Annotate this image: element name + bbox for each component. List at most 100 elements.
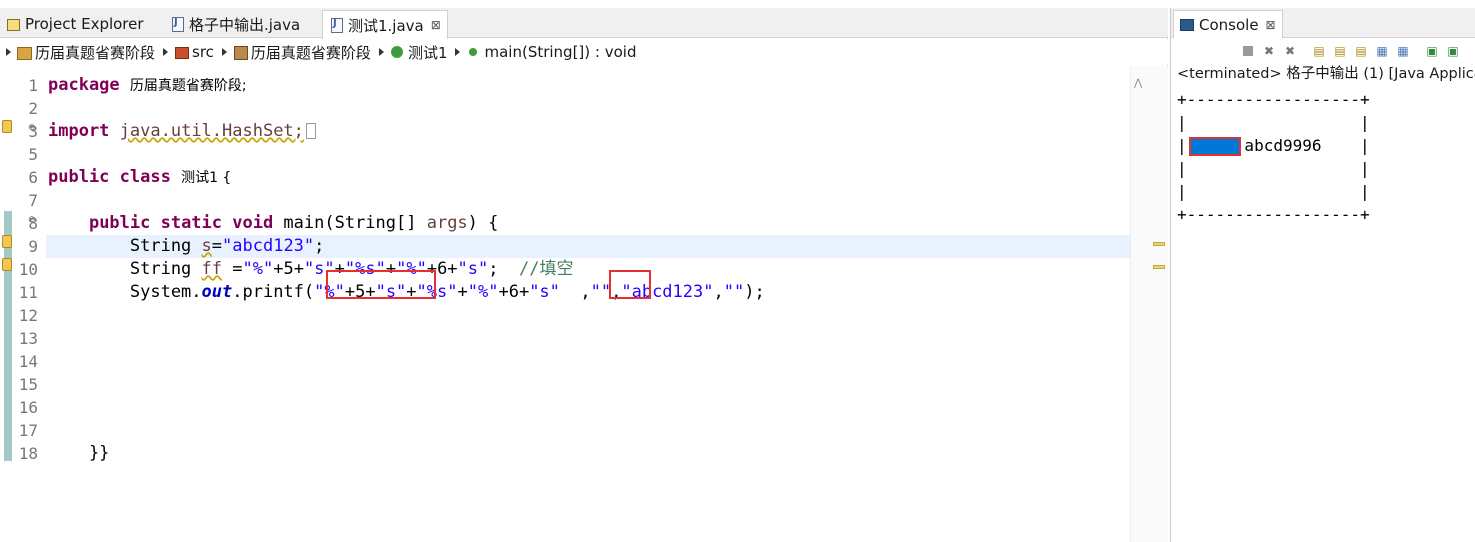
breadcrumb-label: 历届真题省赛阶段	[35, 43, 156, 62]
left-ruler	[0, 66, 14, 542]
line-number: 16	[18, 398, 38, 417]
parameter: args	[426, 213, 468, 233]
class-icon	[390, 45, 404, 59]
keyword: import	[48, 121, 110, 141]
code-line-11: System.out.printf("%"+5+"s"+"%s"+"%"+6+"…	[48, 281, 1130, 304]
string-literal: "s"	[529, 282, 560, 302]
console-line: +------------------+	[1177, 90, 1370, 109]
line-number: 9	[28, 237, 38, 256]
chevron-right-icon	[455, 48, 461, 56]
code-text: +	[457, 282, 468, 302]
code-line-18: }}	[48, 443, 110, 463]
chevron-right-icon	[163, 48, 169, 56]
line-number: 14	[18, 352, 38, 371]
code-text: String	[48, 259, 202, 279]
chevron-right-icon	[221, 48, 227, 56]
code-text: .printf(	[232, 282, 315, 302]
console-toolbar: ✖ ✖ ▤ ▤ ▤ ▦ ▦ ▣ ▣	[1171, 39, 1475, 63]
chevron-right-icon	[378, 48, 384, 56]
string-literal: "%"	[467, 282, 499, 302]
breadcrumb-src[interactable]: src	[163, 43, 214, 61]
package-name: 历届真题省赛阶段;	[129, 78, 247, 94]
chevron-right-icon	[6, 48, 11, 56]
console-icon	[1180, 18, 1194, 31]
warning-marker-icon[interactable]	[2, 120, 12, 133]
code-text: +6+	[498, 282, 530, 302]
code-line-10: String ff ="%"+5+"s"+"%s"+"%"+6+"s"; //填…	[48, 258, 1130, 281]
remove-all-icon[interactable]: ✖	[1283, 44, 1297, 58]
tab-grid-output-java[interactable]: 格子中输出.java	[164, 10, 306, 38]
tab-label: Console	[1199, 15, 1259, 34]
console-line: | |	[1177, 159, 1370, 178]
warning-overview-mark[interactable]	[1153, 242, 1165, 246]
java-file-icon	[329, 18, 343, 33]
change-indicator-bar	[4, 211, 12, 461]
tab-project-explorer[interactable]: Project Explorer	[0, 10, 150, 38]
show-on-output-icon[interactable]: ▦	[1375, 44, 1389, 58]
annotation-box-width-format	[326, 270, 436, 299]
keyword: public static void	[88, 213, 274, 233]
string-literal: "%"	[242, 259, 274, 279]
folded-block-icon[interactable]	[305, 123, 316, 139]
line-number: 18	[18, 444, 38, 463]
fold-collapse-icon[interactable]: ⊖	[28, 215, 36, 225]
fold-expand-icon[interactable]: ⊕	[28, 123, 36, 133]
keyword: public class	[48, 167, 171, 187]
breadcrumb-label: main(String[]) : void	[484, 43, 637, 61]
close-icon[interactable]: ⊠	[431, 18, 441, 32]
code-text: =	[222, 259, 243, 279]
breadcrumb-method[interactable]: main(String[]) : void	[455, 43, 636, 61]
import-statement: java.util.HashSet;	[119, 121, 304, 141]
breadcrumb-label: 历届真题省赛阶段	[250, 43, 371, 62]
code-line-9: String s="abcd123";	[46, 235, 1130, 258]
eclipse-window: Project Explorer 格子中输出.java 测试1.java ⊠ 历…	[0, 0, 1475, 542]
terminate-icon[interactable]	[1243, 46, 1253, 56]
java-file-icon	[170, 17, 184, 32]
string-literal: ""	[723, 282, 745, 302]
keyword: package	[48, 75, 120, 95]
editor-tabbar: Project Explorer 格子中输出.java 测试1.java ⊠	[0, 8, 1168, 39]
selection-highlight	[1189, 137, 1241, 156]
line-number: 2	[28, 99, 38, 118]
console-output[interactable]: +------------------+ | | | abcd9996 | | …	[1177, 88, 1475, 226]
warning-marker-icon[interactable]	[2, 258, 12, 271]
variable: ff	[201, 259, 223, 279]
scroll-up-icon[interactable]: ⋀	[1134, 78, 1142, 89]
tab-test1-java[interactable]: 测试1.java ⊠	[322, 10, 448, 39]
breadcrumb-class[interactable]: 测试1	[378, 42, 448, 63]
code-text: +5+	[273, 259, 304, 279]
line-number: 13	[18, 329, 38, 348]
word-wrap-icon[interactable]: ▤	[1354, 44, 1368, 58]
breadcrumb-project[interactable]: 历届真题省赛阶段	[6, 42, 155, 63]
clear-console-icon[interactable]: ▤	[1312, 44, 1326, 58]
show-on-error-icon[interactable]: ▦	[1396, 44, 1410, 58]
tab-label: Project Explorer	[25, 15, 144, 33]
display-console-icon[interactable]: ▣	[1446, 44, 1460, 58]
code-text: =	[211, 236, 223, 256]
code-editor[interactable]: package 历届真题省赛阶段; import java.util.HashS…	[46, 74, 1130, 465]
close-icon[interactable]: ⊠	[1266, 18, 1276, 32]
code-text: ,	[559, 282, 591, 302]
package-icon	[233, 45, 248, 60]
code-text: String	[48, 236, 202, 256]
warning-overview-mark[interactable]	[1153, 265, 1165, 269]
editor-area: Project Explorer 格子中输出.java 测试1.java ⊠ 历…	[0, 8, 1168, 542]
breadcrumb-package[interactable]: 历届真题省赛阶段	[221, 42, 371, 63]
variable: s	[201, 236, 212, 256]
scroll-lock-icon[interactable]: ▤	[1333, 44, 1347, 58]
code-text: System.	[48, 282, 202, 302]
pin-console-icon[interactable]: ▣	[1425, 44, 1439, 58]
warning-marker-icon[interactable]	[2, 235, 12, 248]
code-text: ;	[314, 236, 325, 256]
string-literal: "abcd123"	[222, 236, 315, 256]
breadcrumb-label: 测试1	[407, 43, 448, 62]
remove-launch-icon[interactable]: ✖	[1262, 44, 1276, 58]
line-number: 5	[28, 145, 38, 164]
line-number: 12	[18, 306, 38, 325]
breadcrumb: 历届真题省赛阶段 src 历届真题省赛阶段 测试1 main(String[])	[0, 39, 1168, 65]
console-line-highlighted: | abcd9996 |	[1177, 134, 1475, 157]
tab-console[interactable]: Console ⊠	[1173, 10, 1283, 38]
